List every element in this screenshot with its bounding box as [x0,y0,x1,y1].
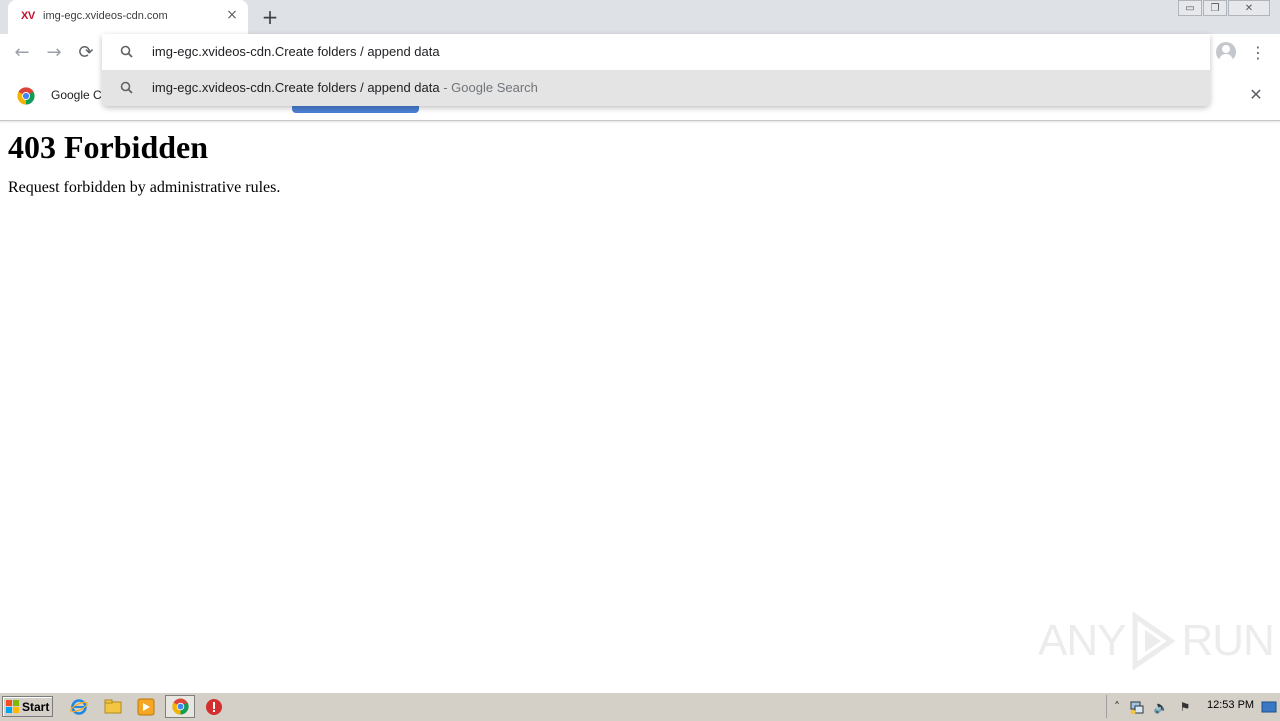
infobar-close-icon[interactable]: ✕ [1247,86,1265,104]
watermark-left: ANY [1038,616,1126,665]
suggestion-text: img-egc.xvideos-cdn.Create folders / app… [152,80,440,95]
infobar-text: Google Chrome isn't your default browser [51,88,103,102]
system-clock[interactable]: 12:53 PM [1207,699,1254,711]
tab-title: img-egc.xvideos-cdn.com [43,10,168,22]
windows-taskbar: Start ˄ 🔈 ⚑ 12:53 PM [0,692,1280,721]
play-logo-icon [1132,612,1176,670]
show-desktop-icon[interactable] [1261,699,1277,715]
omnibox-dropdown: img-egc.xvideos-cdn.Create folders / app… [102,34,1210,106]
search-icon [120,45,133,58]
window-close-button[interactable]: ✕ [1228,0,1270,16]
page-message: Request forbidden by administrative rule… [8,179,281,196]
forward-button[interactable]: → [43,42,65,64]
windows-logo-icon [6,700,19,713]
file-explorer-icon[interactable] [104,698,122,716]
internet-explorer-icon[interactable] [70,698,88,716]
suggestion-text-wrap: img-egc.xvideos-cdn.Create folders / app… [152,80,538,95]
chrome-icon [172,698,189,715]
taskbar-chrome-button[interactable] [165,695,195,718]
tray-expand-icon[interactable]: ˄ [1109,699,1125,715]
profile-avatar-icon[interactable] [1216,42,1236,62]
action-center-flag-icon[interactable]: ⚑ [1177,699,1193,715]
start-button[interactable]: Start [2,696,53,717]
search-icon [120,81,133,94]
minimize-button[interactable]: ▭ [1178,0,1202,16]
watermark-right: RUN [1181,616,1274,665]
tab-strip: XV img-egc.xvideos-cdn.com × + ▭ ❐ ✕ [0,0,1280,34]
suggestion-suffix: - Google Search [439,80,538,95]
new-tab-button[interactable]: + [260,7,280,27]
omnibox-input[interactable]: img-egc.xvideos-cdn.Create folders / app… [102,34,1210,70]
restore-button[interactable]: ❐ [1203,0,1227,16]
tab-favicon-icon: XV [21,10,35,22]
anyrun-watermark: ANY RUN [1038,612,1275,670]
back-button[interactable]: ← [11,42,33,64]
network-icon[interactable] [1129,699,1145,715]
media-player-icon[interactable] [137,698,155,716]
chrome-logo-icon [17,87,35,105]
tab-close-icon[interactable]: × [225,8,239,22]
page-heading: 403 Forbidden [8,129,209,165]
browser-tab[interactable]: XV img-egc.xvideos-cdn.com × [8,0,248,34]
omnibox-value: img-egc.xvideos-cdn.Create folders / app… [152,44,440,59]
volume-icon[interactable]: 🔈 [1153,699,1169,715]
window-controls: ▭ ❐ ✕ [1177,0,1270,18]
reload-button[interactable]: ⟳ [75,42,97,64]
system-tray: ˄ 🔈 ⚑ 12:53 PM [1106,695,1279,718]
page-content: 403 Forbidden Request forbidden by admin… [8,128,280,198]
omnibox-suggestion[interactable]: img-egc.xvideos-cdn.Create folders / app… [102,70,1210,106]
stop-sign-icon[interactable] [205,698,223,716]
start-label: Start [22,700,50,714]
browser-menu-icon[interactable]: ⋮ [1250,42,1266,64]
set-default-button[interactable] [292,106,419,113]
